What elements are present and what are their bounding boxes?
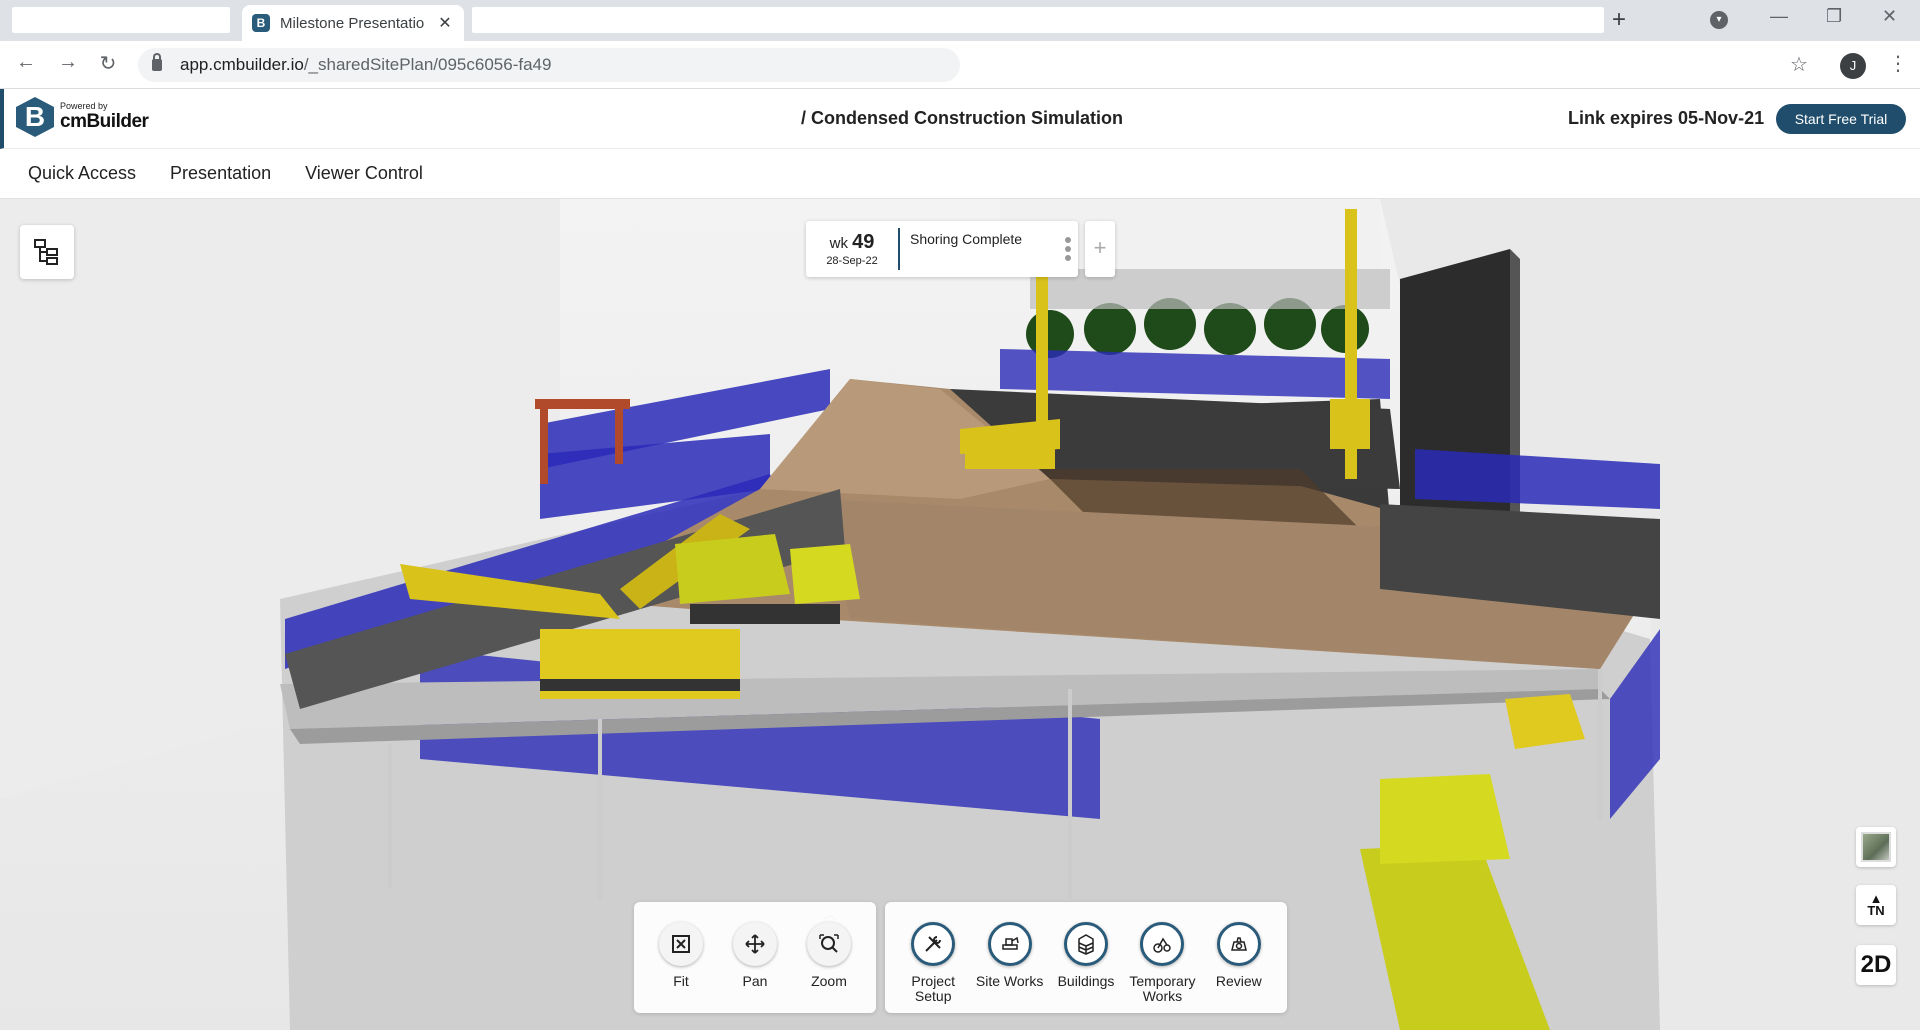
milestone-card[interactable]: wk 49 28-Sep-22 Shoring Complete xyxy=(806,221,1078,277)
bookmark-star-icon[interactable]: ☆ xyxy=(1790,52,1808,77)
new-tab-button[interactable]: + xyxy=(1612,8,1626,32)
review-label: Review xyxy=(1215,973,1262,989)
milestone-options-icon[interactable] xyxy=(1058,221,1078,277)
pan-tool[interactable]: Pan xyxy=(718,902,792,1013)
temporary-works-tool[interactable]: Temporary Works xyxy=(1124,902,1200,1013)
close-tab-icon[interactable]: ✕ xyxy=(436,13,454,33)
menu-item-presentation[interactable]: Presentation xyxy=(170,163,271,184)
minimize-window-icon[interactable]: — xyxy=(1770,6,1788,27)
milestone-week: wk 49 28-Sep-22 xyxy=(806,221,898,277)
site-works-label: Site Works xyxy=(975,973,1044,989)
back-icon[interactable]: ← xyxy=(12,51,40,74)
hierarchy-tree-icon xyxy=(34,239,58,265)
3d-viewport[interactable]: wk 49 28-Sep-22 Shoring Complete + ▲ TN 2… xyxy=(0,199,1920,1030)
pan-icon xyxy=(733,922,777,966)
project-setup-label: Project Setup xyxy=(911,973,955,1004)
browser-tab-inactive[interactable] xyxy=(472,7,1604,33)
crane-icon xyxy=(1140,922,1185,966)
app-header: B Powered by cmBuilder / Condensed Const… xyxy=(0,89,1920,149)
view-tools-panel: Fit Pan Zoom xyxy=(634,902,876,1013)
week-prefix: wk xyxy=(829,235,848,252)
zoom-icon xyxy=(807,922,851,966)
excavator-icon xyxy=(987,922,1032,966)
profile-avatar[interactable]: J xyxy=(1840,53,1866,79)
cmbuilder-favicon-icon: B xyxy=(252,14,270,32)
review-tool[interactable]: Review xyxy=(1201,902,1277,1013)
true-north-button[interactable]: ▲ TN xyxy=(1856,885,1896,925)
browser-tab-strip: B Milestone Presentatio ✕ + ▾ — ❐ ✕ xyxy=(0,0,1920,41)
buildings-label: Buildings xyxy=(1057,973,1115,989)
fit-tool[interactable]: Fit xyxy=(644,902,718,1013)
link-expiry-label: Link expires 05-Nov-21 xyxy=(1568,108,1765,128)
buildings-tool[interactable]: Buildings xyxy=(1048,902,1124,1013)
true-north-label: TN xyxy=(1867,903,1885,918)
restore-window-icon[interactable]: ❐ xyxy=(1826,6,1842,27)
browser-toolbar: ← → ↻ app.cmbuilder.io/_sharedSitePlan/0… xyxy=(0,41,1920,89)
address-bar[interactable]: app.cmbuilder.io/_sharedSitePlan/095c605… xyxy=(138,48,960,82)
project-setup-tool[interactable]: Project Setup xyxy=(895,902,971,1013)
modules-panel: Project Setup Site Works Buildings Tempo… xyxy=(885,902,1287,1013)
building-icon xyxy=(1064,922,1109,966)
fit-label: Fit xyxy=(673,973,689,989)
url-text: app.cmbuilder.io/_sharedSitePlan/095c605… xyxy=(180,55,552,74)
site-works-tool[interactable]: Site Works xyxy=(971,902,1047,1013)
model-tree-button[interactable] xyxy=(20,225,74,279)
week-number: 49 xyxy=(852,231,875,253)
basemap-toggle-button[interactable] xyxy=(1856,827,1896,867)
reload-icon[interactable]: ↻ xyxy=(94,51,122,76)
tools-icon xyxy=(911,922,956,966)
start-free-trial-button[interactable]: Start Free Trial xyxy=(1776,104,1906,134)
browser-menu-icon[interactable]: ⋮ xyxy=(1888,51,1908,76)
satellite-thumbnail-icon xyxy=(1861,832,1891,862)
menu-item-viewer-control[interactable]: Viewer Control xyxy=(305,163,423,184)
temporary-works-label: Temporary Works xyxy=(1129,973,1196,1004)
forward-icon[interactable]: → xyxy=(54,51,82,74)
close-window-icon[interactable]: ✕ xyxy=(1882,6,1897,27)
menu-item-quick-access[interactable]: Quick Access xyxy=(28,163,136,184)
zoom-label: Zoom xyxy=(811,973,847,989)
zoom-tool[interactable]: Zoom xyxy=(792,902,866,1013)
milestone-title: Shoring Complete xyxy=(910,231,1023,247)
view-mode-2d-button[interactable]: 2D xyxy=(1856,945,1896,985)
milestone-date: 28-Sep-22 xyxy=(826,255,878,267)
lock-icon xyxy=(152,53,162,71)
fit-icon xyxy=(659,922,703,966)
review-icon xyxy=(1216,922,1261,966)
browser-tab-inactive[interactable] xyxy=(12,7,230,33)
main-menu: Quick Access Presentation Viewer Control xyxy=(0,149,1920,199)
tab-title: Milestone Presentatio xyxy=(280,14,425,32)
browser-tab-active[interactable]: B Milestone Presentatio ✕ xyxy=(242,5,464,41)
pan-label: Pan xyxy=(742,973,768,989)
add-milestone-button[interactable]: + xyxy=(1085,221,1115,277)
tab-search-icon[interactable]: ▾ xyxy=(1710,11,1728,29)
